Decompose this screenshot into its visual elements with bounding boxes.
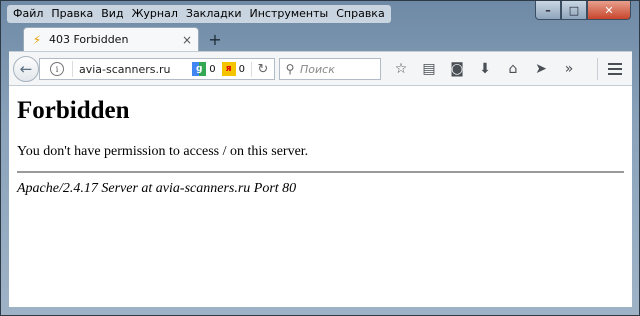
url-separator [72,61,73,77]
google-pr-icon: g [192,62,207,76]
toolbar-icons: ☆ ▤ ◙ ⬇ ⌂ ➤ » [387,58,583,80]
pocket-icon[interactable]: ◙ [443,58,471,80]
reading-list-icon[interactable]: ▤ [415,58,443,80]
menu-view[interactable]: Вид [97,5,127,23]
star-icon[interactable]: ☆ [387,58,415,80]
menu-bookmarks[interactable]: Закладки [182,5,246,23]
maximize-button[interactable]: □ [561,1,587,20]
close-window-button[interactable]: ✕ [587,1,631,20]
menu-file[interactable]: Файл [9,5,47,23]
page-content: Forbidden You don't have permission to a… [9,85,632,307]
menu-bar: Файл Правка Вид Журнал Закладки Инструме… [7,5,391,23]
favicon-icon: ⚡ [32,32,42,47]
hamburger-line [608,73,622,75]
navigation-toolbar: ← i avia-scanners.ru g 0 я 0 ↻ ⚲ Поиск ☆… [9,51,632,85]
divider [17,171,624,173]
send-icon[interactable]: ➤ [527,58,555,80]
tab-close-button[interactable]: × [182,33,192,47]
yandex-tic-count: 0 [238,63,245,75]
tab-active[interactable]: ⚡ 403 Forbidden × [23,27,199,51]
download-icon[interactable]: ⬇ [471,58,499,80]
url-text[interactable]: avia-scanners.ru [79,63,192,76]
menu-history[interactable]: Журнал [128,5,182,23]
yandex-tic-icon: я [221,62,236,76]
search-placeholder: Поиск [300,62,335,76]
home-icon[interactable]: ⌂ [499,58,527,80]
tab-title: 403 Forbidden [49,33,129,46]
back-arrow-icon: ← [19,60,33,78]
window-controls: – □ ✕ [535,1,631,21]
url-bar[interactable]: i avia-scanners.ru g 0 я 0 ↻ [39,58,275,80]
menu-tools[interactable]: Инструменты [246,5,333,23]
server-signature: Apache/2.4.17 Server at avia-scanners.ru… [17,181,297,196]
new-tab-button[interactable]: + [205,29,225,49]
hamburger-menu-icon[interactable] [597,58,626,80]
info-icon[interactable]: i [50,62,64,76]
page-title: Forbidden [17,97,130,124]
search-icon: ⚲ [285,62,295,76]
reload-icon[interactable]: ↻ [251,61,274,77]
browser-window: Файл Правка Вид Журнал Закладки Инструме… [0,0,640,316]
back-button[interactable]: ← [13,56,39,82]
overflow-chevron-icon[interactable]: » [555,58,583,80]
search-box[interactable]: ⚲ Поиск [279,58,381,80]
menu-help[interactable]: Справка [332,5,388,23]
minimize-button[interactable]: – [535,1,561,20]
hamburger-line [608,63,622,65]
menu-edit[interactable]: Правка [47,5,97,23]
google-pr-count: 0 [209,63,216,75]
error-message: You don't have permission to access / on… [17,144,309,159]
hamburger-line [608,68,622,70]
